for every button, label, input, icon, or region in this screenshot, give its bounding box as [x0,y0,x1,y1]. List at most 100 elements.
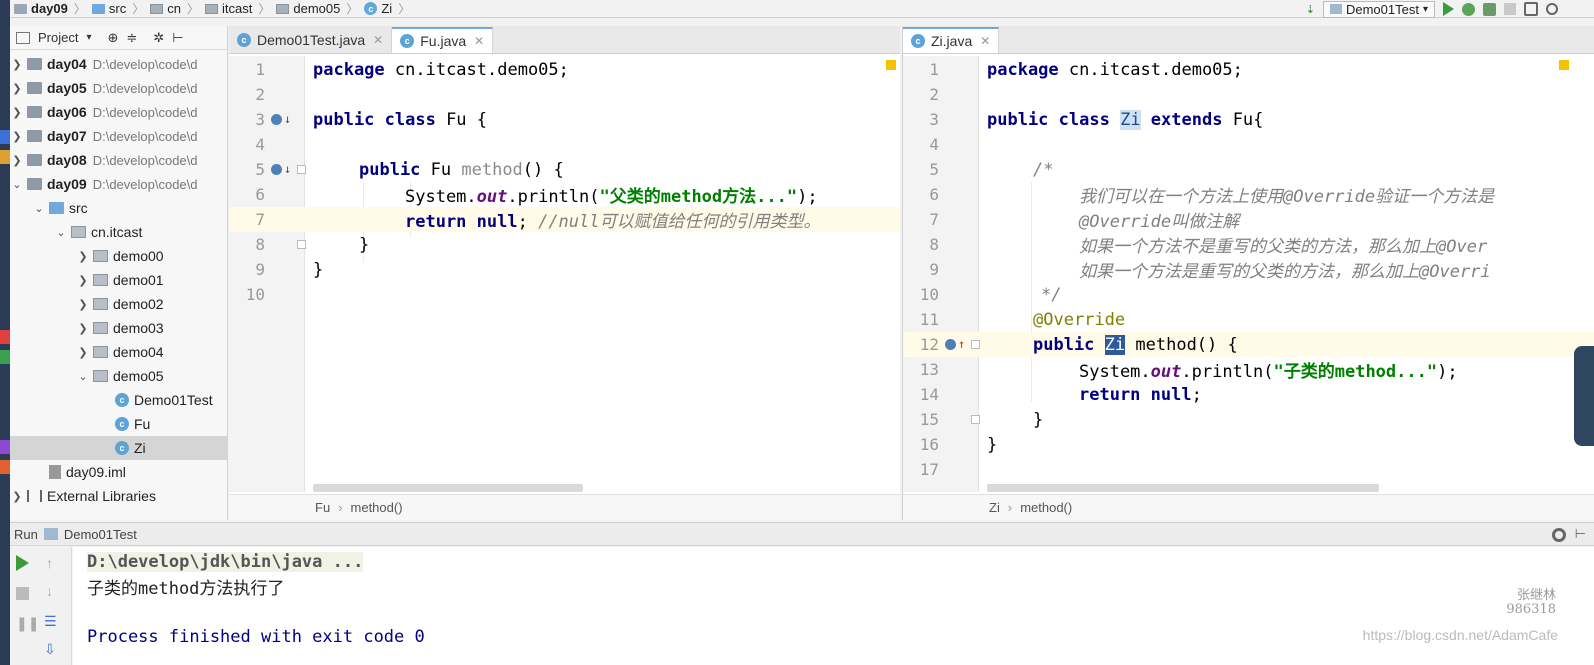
stop-icon[interactable] [16,587,29,600]
fold-icon[interactable] [297,240,306,249]
code-line-2[interactable]: 2 [229,82,900,107]
chevron-right-icon[interactable]: ❯ [10,106,24,119]
project-structure-icon[interactable] [1524,2,1538,16]
close-icon[interactable]: ✕ [474,34,484,48]
tree-item-day08[interactable]: ❯ day08 D:\develop\code\d [10,148,228,172]
chevron-right-icon[interactable]: ❯ [10,490,24,503]
chevron-down-icon[interactable]: ⌄ [54,226,68,239]
chevron-down-icon[interactable]: ⌄ [32,202,46,215]
overriding-icon[interactable] [945,339,956,350]
tree-item-day05[interactable]: ❯ day05 D:\develop\code\d [10,76,228,100]
chevron-down-icon[interactable]: ⌄ [10,178,24,191]
crumb-day09[interactable]: day09 〉 [10,0,88,18]
code-line-15[interactable]: 15} [903,407,1594,432]
tree-item-day06[interactable]: ❯ day06 D:\develop\code\d [10,100,228,124]
tab-demo01test[interactable]: c Demo01Test.java ✕ [229,27,393,53]
tree-item-src[interactable]: ⌄ src [10,196,228,220]
code-line-2[interactable]: 2 [903,82,1594,107]
run-config-tab[interactable]: Demo01Test [64,527,137,542]
debug-icon[interactable] [1462,2,1475,16]
run-icon[interactable] [1443,2,1454,16]
crumb-src[interactable]: src 〉 [88,0,146,18]
tree-item-day04[interactable]: ❯ day04 D:\develop\code\d [10,52,228,76]
code-line-16[interactable]: 16} [903,432,1594,457]
chevron-right-icon[interactable]: ❯ [76,346,90,359]
breadcrumb-method[interactable]: method() [351,500,403,515]
tree-item-demo02[interactable]: ❯ demo02 [10,292,228,316]
arrow-down-icon[interactable]: ↓ [46,583,62,599]
code-line-13[interactable]: 13 System.out.println("子类的method..."); [903,357,1594,382]
fold-icon[interactable] [971,340,980,349]
run-tab-label[interactable]: Run [14,527,38,542]
code-line-3[interactable]: 3 ↓ public class Fu { [229,107,900,132]
close-icon[interactable]: ✕ [373,33,383,47]
tree-item-demo05[interactable]: ⌄ demo05 [10,364,228,388]
chevron-right-icon[interactable]: ❯ [10,82,24,95]
code-line-7[interactable]: 7 return null; //null可以赋值给任何的引用类型。 [229,207,900,232]
horizontal-scrollbar[interactable] [987,484,1379,492]
fold-icon[interactable] [971,415,980,424]
code-line-3[interactable]: 3 public class Zi extends Fu{ [903,107,1594,132]
crumb-demo05[interactable]: demo05 〉 [272,0,360,18]
hide-icon[interactable]: ⊢ [172,30,183,46]
breadcrumb-class[interactable]: Zi [989,500,1000,515]
tree-item-demo00[interactable]: ❯ demo00 [10,244,228,268]
gear-icon[interactable]: ✲ [153,30,164,46]
gear-icon[interactable] [1552,528,1566,542]
code-line-7[interactable]: 7 @Override叫做注解 [903,207,1594,232]
overridden-icon[interactable] [271,164,282,175]
code-line-8[interactable]: 8} [229,232,900,257]
code-line-4[interactable]: 4 [903,132,1594,157]
code-line-8[interactable]: 8 如果一个方法不是重写的父类的方法，那么加上@Over [903,232,1594,257]
tree-item-day07[interactable]: ❯ day07 D:\develop\code\d [10,124,228,148]
code-line-11[interactable]: 11 @Override [903,307,1594,332]
run-config-select[interactable]: Demo01Test ▾ [1322,0,1435,18]
crumb-cn[interactable]: cn 〉 [146,0,201,18]
code-line-9[interactable]: 9} [229,257,900,282]
side-panel-handle[interactable] [1574,346,1594,446]
code-line-10[interactable]: 10 [229,282,900,307]
code-line-12[interactable]: 12 ↑ public Zi method() { [903,332,1594,357]
stop-icon[interactable] [1504,3,1516,15]
run-console[interactable]: D:\develop\jdk\bin\java ... 子类的method方法执… [73,547,1594,665]
tab-zi[interactable]: c Zi.java ✕ [903,27,1000,53]
soft-wrap-icon[interactable]: ☰ [44,613,60,629]
chevron-right-icon[interactable]: ❯ [76,274,90,287]
close-icon[interactable]: ✕ [980,34,990,48]
breadcrumb-method[interactable]: method() [1020,500,1072,515]
tree-item-demo03[interactable]: ❯ demo03 [10,316,228,340]
code-line-4[interactable]: 4 [229,132,900,157]
arrow-up-icon[interactable]: ↑ [46,555,62,571]
chevron-right-icon[interactable]: ❯ [10,130,24,143]
chevron-right-icon[interactable]: ❯ [76,322,90,335]
code-line-1[interactable]: 1 package cn.itcast.demo05; [903,57,1594,82]
code-line-5[interactable]: 5/* [903,157,1594,182]
chevron-right-icon[interactable]: ❯ [76,250,90,263]
tree-item-demo01test[interactable]: c Demo01Test [10,388,228,412]
build-icon[interactable]: ⇣ [1306,3,1315,16]
code-line-17[interactable]: 17 [903,457,1594,482]
crumb-zi[interactable]: c Zi 〉 [360,0,412,18]
code-line-5[interactable]: 5 ↓ public Fu method() { [229,157,900,182]
scroll-end-icon[interactable]: ⇩ [44,641,60,657]
locate-icon[interactable]: ⊕ [108,30,119,46]
code-line-6[interactable]: 6 我们可以在一个方法上使用@Override验证一个方法是 [903,182,1594,207]
rerun-icon[interactable] [16,555,29,571]
overridden-icon[interactable] [271,114,282,125]
tree-item-demo04[interactable]: ❯ demo04 [10,340,228,364]
chevron-down-icon[interactable]: ▾ [86,32,91,43]
hide-icon[interactable]: ⊢ [1575,526,1586,542]
tree-item-fu[interactable]: c Fu [10,412,228,436]
tree-item-day09-iml[interactable]: day09.iml [10,460,228,484]
code-line-9[interactable]: 9 如果一个方法是重写的父类的方法，那么加上@Overri [903,257,1594,282]
collapse-icon[interactable]: ≑ [126,30,137,46]
coverage-icon[interactable] [1483,2,1496,16]
search-icon[interactable] [1546,3,1558,15]
tree-item-external-libraries[interactable]: ❯ External Libraries [10,484,228,508]
horizontal-scrollbar[interactable] [313,484,583,492]
chevron-right-icon[interactable]: ❯ [10,154,24,167]
tab-fu[interactable]: c Fu.java ✕ [392,27,494,53]
tree-item-cn-itcast[interactable]: ⌄ cn.itcast [10,220,228,244]
breadcrumb-class[interactable]: Fu [315,500,330,515]
code-line-6[interactable]: 6 System.out.println("父类的method方法..."); [229,182,900,207]
